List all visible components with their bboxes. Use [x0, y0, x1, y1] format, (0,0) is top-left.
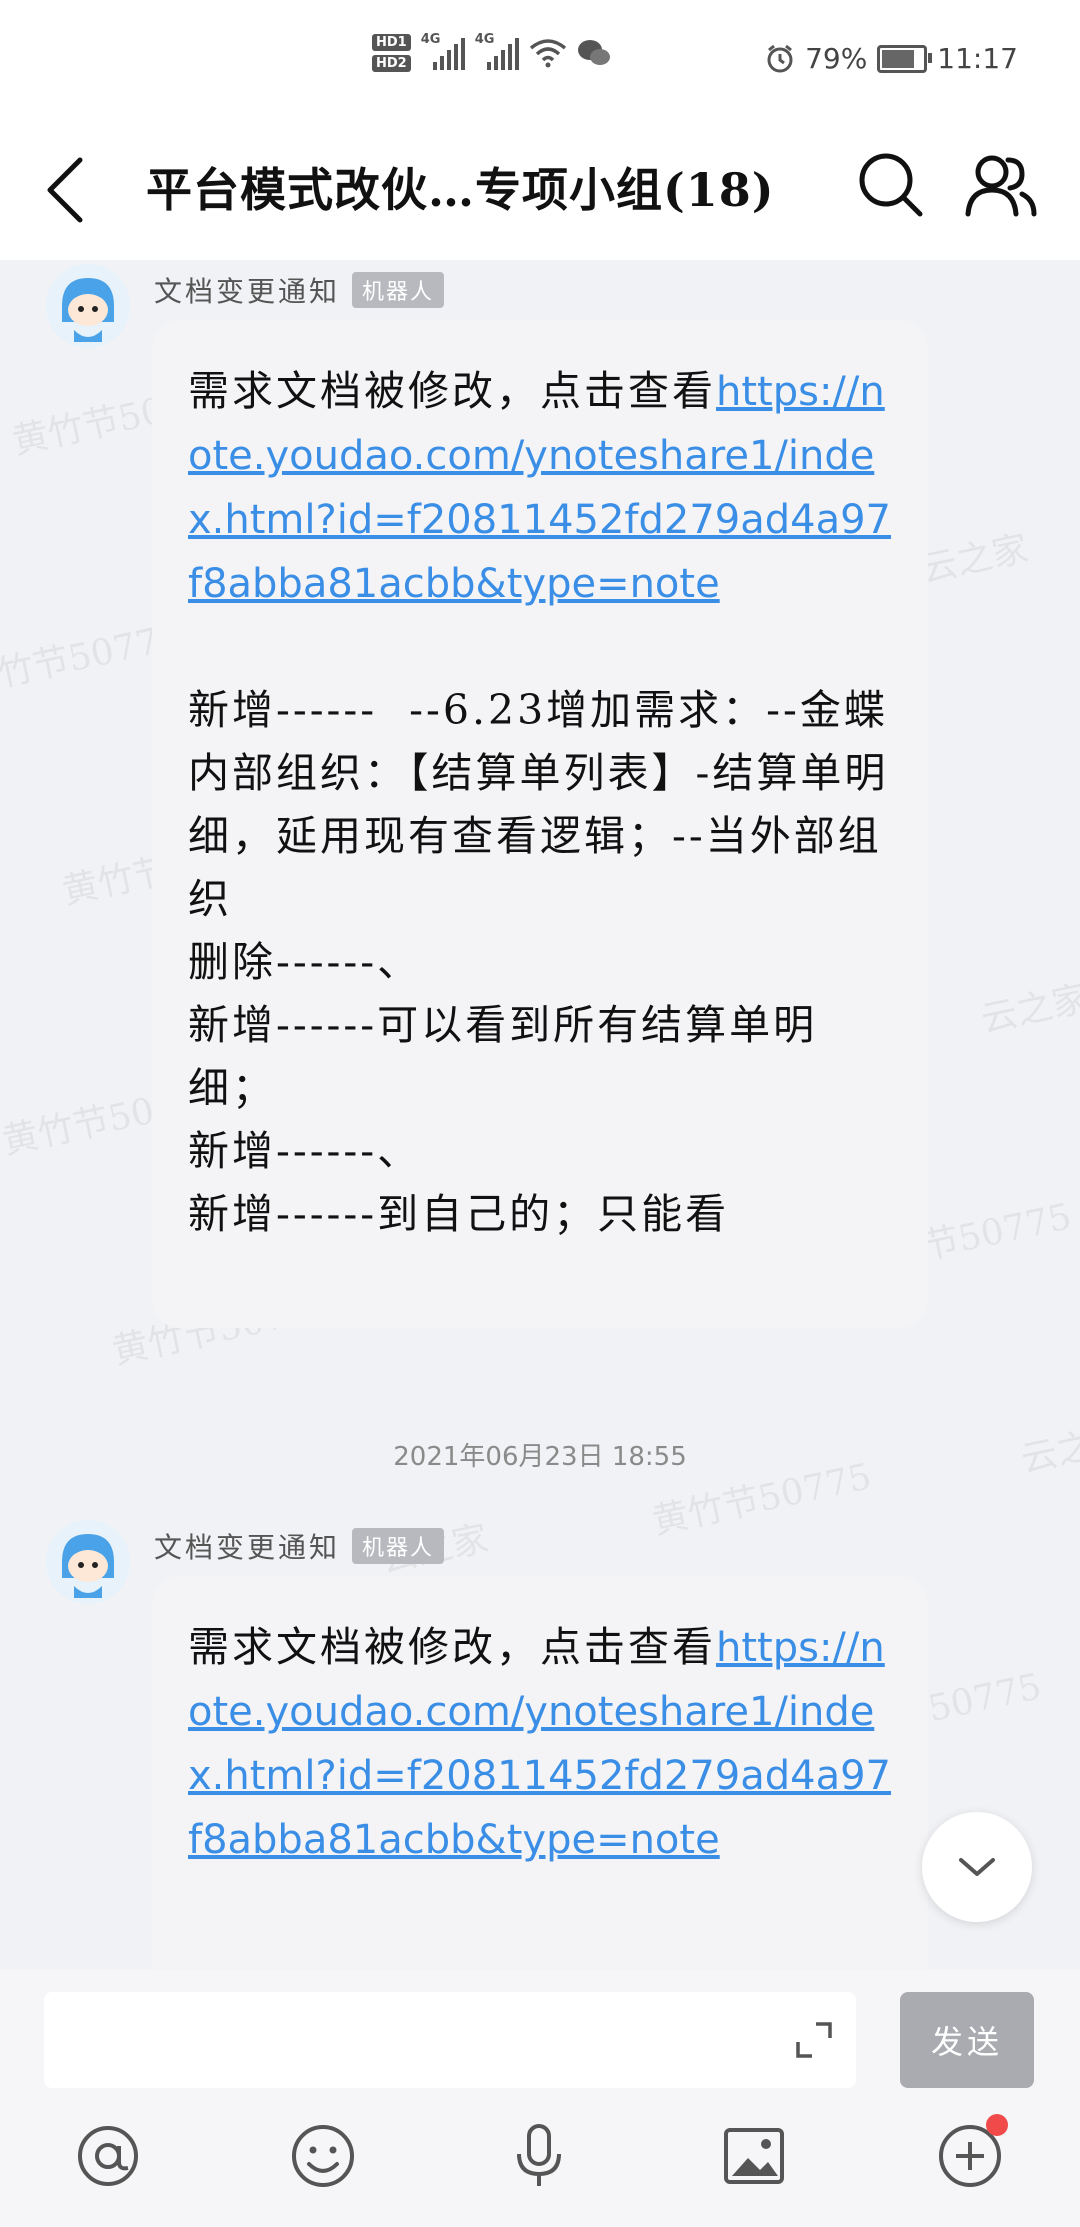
message-bubble[interactable]: 需求文档被修改，点击查看https://note.youdao.com/ynot… [152, 320, 928, 1328]
battery-percent: 79% [805, 42, 868, 75]
message-list[interactable]: 黄竹节50775 黄竹节50775 云之家 黄竹节50775 云之家 黄竹节50… [0, 260, 1080, 1970]
back-arrow-icon[interactable] [42, 150, 102, 230]
send-button[interactable]: 发送 [900, 1992, 1034, 2088]
chevron-down-icon [959, 1858, 995, 1876]
message-timestamp: 2021年06月23日 18:55 [393, 1442, 687, 1472]
image-icon[interactable] [718, 2120, 790, 2192]
battery-icon [877, 44, 933, 73]
scroll-to-bottom-button[interactable] [922, 1812, 1032, 1922]
bot-avatar[interactable] [46, 1520, 130, 1604]
status-bar: HD1 HD2 4G 4G 79% 11:17 [0, 0, 1080, 120]
robot-tag: 机器人 [352, 272, 445, 308]
microphone-icon[interactable] [503, 2120, 575, 2192]
message-text: 需求文档被修改，点击查看https://note.youdao.com/ynot… [188, 360, 892, 1246]
at-icon[interactable] [72, 2120, 144, 2192]
status-right: 79% 11:17 [765, 42, 1018, 75]
search-icon[interactable] [850, 144, 930, 224]
more-actions-button[interactable] [934, 2114, 1008, 2192]
hd2-badge: HD2 [372, 55, 411, 72]
message-text: 需求文档被修改，点击查看https://note.youdao.com/ynot… [188, 1616, 892, 1872]
message-input[interactable] [44, 1992, 856, 2088]
watermark: 云之家 [977, 978, 1080, 1041]
sender-name: 文档变更通知 [154, 1531, 341, 1564]
clock: 11:17 [937, 42, 1018, 75]
message-intro: 需求文档被修改，点击查看 [188, 1623, 716, 1671]
watermark: 云之家 [917, 528, 1032, 591]
hd1-badge: HD1 [372, 34, 411, 51]
robot-avatar-icon [46, 264, 130, 348]
wechat-icon [577, 40, 610, 65]
message-bubble[interactable]: 需求文档被修改，点击查看https://note.youdao.com/ynot… [152, 1576, 928, 1970]
emoji-icon[interactable] [287, 2120, 359, 2192]
wifi-icon [529, 39, 566, 68]
robot-tag: 机器人 [352, 1528, 445, 1564]
chat-title: 平台模式改伙…专项小组(18) [146, 163, 775, 217]
alarm-icon [767, 44, 793, 72]
net1-label: 4G [420, 32, 441, 47]
message-intro: 需求文档被修改，点击查看 [188, 367, 716, 415]
message-body: 新增------ --6.23增加需求：--金蝶内部组织：【结算单列表】-结算单… [188, 686, 889, 1238]
signal-icon-2: 4G [475, 32, 519, 70]
group-members-icon[interactable] [960, 144, 1040, 224]
robot-avatar-icon [46, 1520, 130, 1604]
signal-icon: 4G [421, 32, 465, 70]
bot-avatar[interactable] [46, 264, 130, 348]
notification-dot [986, 2114, 1008, 2136]
sender-name: 文档变更通知 [154, 275, 341, 308]
chat-header: 平台模式改伙…专项小组(18) [0, 120, 1080, 260]
hd-indicator: HD1 HD2 [372, 34, 411, 72]
input-bar: 发送 [0, 1970, 1080, 2227]
sender-row: 文档变更通知 机器人 [154, 270, 445, 310]
expand-icon[interactable] [792, 2018, 836, 2062]
network-indicators: HD1 HD2 4G 4G [372, 32, 611, 72]
net2-label: 4G [474, 32, 495, 47]
sender-row: 文档变更通知 机器人 [154, 1526, 445, 1566]
